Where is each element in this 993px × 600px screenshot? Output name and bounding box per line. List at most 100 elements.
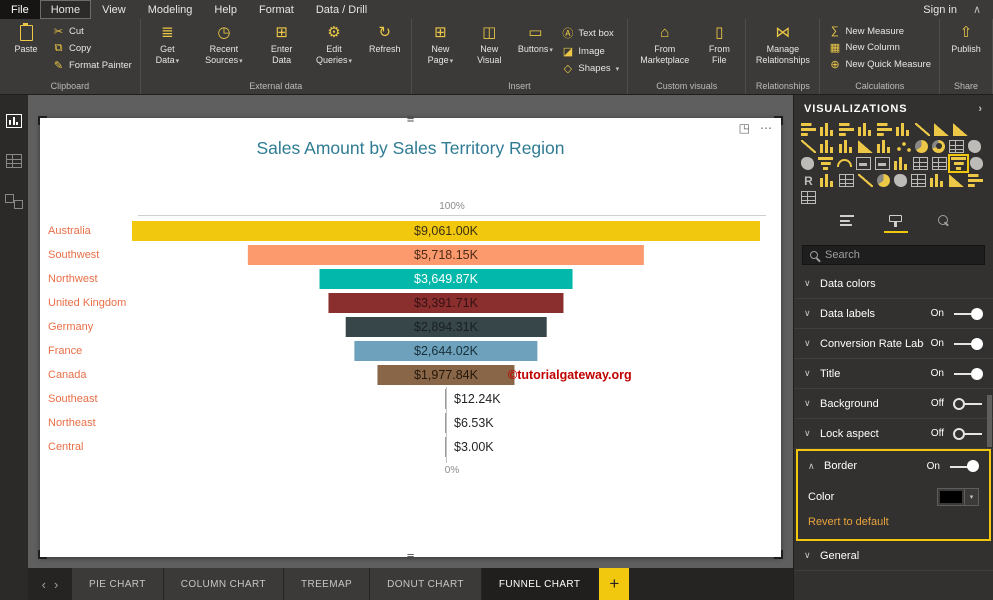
paste-button[interactable]: Paste xyxy=(5,20,47,55)
format-painter-button[interactable]: ✎Format Painter xyxy=(49,58,135,73)
format-section-background[interactable]: ∨BackgroundOff xyxy=(794,389,993,419)
funnel-bar[interactable]: $3,391.71K xyxy=(328,293,563,313)
map-visual-icon[interactable] xyxy=(968,140,981,153)
new-measure-button[interactable]: ∑New Measure xyxy=(825,24,934,38)
collapse-ribbon-icon[interactable]: ∧ xyxy=(973,3,981,16)
funnel-visual-icon[interactable] xyxy=(818,157,833,170)
gauge-visual-icon[interactable] xyxy=(837,159,852,167)
format-section-lock-aspect[interactable]: ∨Lock aspectOff xyxy=(794,419,993,449)
data-view-button[interactable] xyxy=(2,151,26,171)
search-input[interactable] xyxy=(825,249,977,261)
lock-aspect-toggle[interactable] xyxy=(953,427,983,440)
conversion-rate-label-toggle[interactable] xyxy=(953,337,983,350)
hbars-visual-icon[interactable] xyxy=(968,174,983,187)
enter-data-button[interactable]: ⊞Enter Data xyxy=(259,20,304,66)
bars-visual-icon[interactable] xyxy=(820,140,835,153)
edit-queries-button[interactable]: ⚙Edit Queries▾ xyxy=(306,20,361,66)
report-view-button[interactable] xyxy=(2,111,26,131)
line-visual-icon[interactable] xyxy=(858,174,873,187)
selection-handle-top-left[interactable] xyxy=(38,116,47,125)
refresh-button[interactable]: ↻Refresh xyxy=(364,20,406,55)
table-visual-icon[interactable] xyxy=(949,140,964,153)
ribbon-tab-file[interactable]: File xyxy=(0,0,40,19)
line-visual-icon[interactable] xyxy=(915,123,930,136)
visual-drag-handle-top[interactable]: ≡ xyxy=(407,114,415,124)
card-visual-icon[interactable] xyxy=(856,157,871,170)
format-pane-tab[interactable] xyxy=(884,215,908,233)
bars-visual-icon[interactable] xyxy=(894,157,909,170)
area-visual-icon[interactable] xyxy=(934,123,949,136)
funnel-bar[interactable]: $2,644.02K xyxy=(354,341,537,361)
ribbon-tab-data-drill[interactable]: Data / Drill xyxy=(305,0,378,19)
hbars-visual-icon[interactable] xyxy=(877,123,892,136)
bars-visual-icon[interactable] xyxy=(820,174,835,187)
area-visual-icon[interactable] xyxy=(953,123,968,136)
ribbon-tab-home[interactable]: Home xyxy=(40,0,91,19)
r-visual-icon[interactable]: R xyxy=(801,174,816,187)
ribbon-tab-view[interactable]: View xyxy=(91,0,137,19)
bars-visual-icon[interactable] xyxy=(896,123,911,136)
format-section-border[interactable]: ∧BorderOn xyxy=(798,451,989,481)
new-quick-measure-button[interactable]: ⊕New Quick Measure xyxy=(825,57,934,72)
recent-sources-button[interactable]: ◷Recent Sources▾ xyxy=(191,20,257,66)
map-visual-icon[interactable] xyxy=(894,174,907,187)
page-tab-funnel-chart[interactable]: FUNNEL CHART xyxy=(482,568,597,600)
selection-handle-bottom-left[interactable] xyxy=(38,550,47,559)
ribbon-tab-help[interactable]: Help xyxy=(203,0,248,19)
scatter-visual-icon[interactable] xyxy=(896,140,911,153)
from-file-button[interactable]: ▯From File xyxy=(698,20,740,66)
prev-page-icon[interactable]: ‹ xyxy=(42,577,46,592)
ribbon-tab-format[interactable]: Format xyxy=(248,0,305,19)
new-visual-button[interactable]: ◫New Visual xyxy=(466,20,512,66)
from-marketplace-button[interactable]: ⌂From Marketplace xyxy=(633,20,696,66)
format-section-data-labels[interactable]: ∨Data labelsOn xyxy=(794,299,993,329)
format-section-general[interactable]: ∨General xyxy=(794,541,993,571)
format-section-data-colors[interactable]: ∨Data colors xyxy=(794,269,993,299)
pie-visual-icon[interactable] xyxy=(915,140,928,153)
funnel-bar[interactable]: $3,649.87K xyxy=(320,269,573,289)
donut-visual-icon[interactable] xyxy=(932,140,945,153)
area-visual-icon[interactable] xyxy=(949,174,964,187)
focus-mode-icon[interactable]: ◳ xyxy=(739,121,750,135)
bars-visual-icon[interactable] xyxy=(839,140,854,153)
get-data-button[interactable]: ≣Get Data▾ xyxy=(146,20,189,66)
table-visual-icon[interactable] xyxy=(839,174,854,187)
table-visual-icon[interactable] xyxy=(932,157,947,170)
next-page-icon[interactable]: › xyxy=(54,577,58,592)
funnel-visual-icon[interactable] xyxy=(951,157,966,170)
bars-visual-icon[interactable] xyxy=(858,123,873,136)
selection-handle-bottom-right[interactable] xyxy=(774,550,783,559)
text-box-button[interactable]: ⒶText box xyxy=(558,24,622,42)
page-tab-pie-chart[interactable]: PIE CHART xyxy=(72,568,163,600)
new-page-button[interactable]: ⊞New Page▾ xyxy=(417,20,464,66)
map-visual-icon[interactable] xyxy=(801,157,814,170)
hbars-visual-icon[interactable] xyxy=(839,123,854,136)
visual-drag-handle-bottom[interactable]: ≡ xyxy=(407,552,415,562)
sign-in-button[interactable]: Sign in xyxy=(923,4,957,16)
funnel-bar[interactable]: $2,894.31K xyxy=(346,317,547,337)
fields-pane-tab[interactable] xyxy=(840,215,854,233)
funnel-bar[interactable]: $1,977.84K xyxy=(377,365,514,385)
bars-visual-icon[interactable] xyxy=(820,123,835,136)
border-toggle[interactable] xyxy=(949,460,979,473)
format-section-title[interactable]: ∨TitleOn xyxy=(794,359,993,389)
format-section-conversion-rate-label[interactable]: ∨Conversion Rate LabelOn xyxy=(794,329,993,359)
card-visual-icon[interactable] xyxy=(875,157,890,170)
color-picker-dropdown[interactable]: ▾ xyxy=(937,488,979,506)
add-page-button[interactable]: + xyxy=(599,568,629,600)
table-visual-icon[interactable] xyxy=(801,191,816,204)
pie-visual-icon[interactable] xyxy=(877,174,890,187)
publish-button[interactable]: ⇧Publish xyxy=(945,20,987,55)
hbars-visual-icon[interactable] xyxy=(801,123,816,136)
expand-panel-icon[interactable]: › xyxy=(978,103,983,115)
title-toggle[interactable] xyxy=(953,367,983,380)
cut-button[interactable]: ✂Cut xyxy=(49,24,135,39)
bars-visual-icon[interactable] xyxy=(930,174,945,187)
page-tab-donut-chart[interactable]: DONUT CHART xyxy=(370,568,481,600)
analytics-pane-tab[interactable] xyxy=(938,215,948,233)
area-visual-icon[interactable] xyxy=(858,140,873,153)
map-visual-icon[interactable] xyxy=(970,157,983,170)
manage-relationships-button[interactable]: ⋈Manage Relationships xyxy=(751,20,814,66)
line-visual-icon[interactable] xyxy=(801,140,816,153)
visual-options-icon[interactable]: ⋯ xyxy=(760,121,772,135)
